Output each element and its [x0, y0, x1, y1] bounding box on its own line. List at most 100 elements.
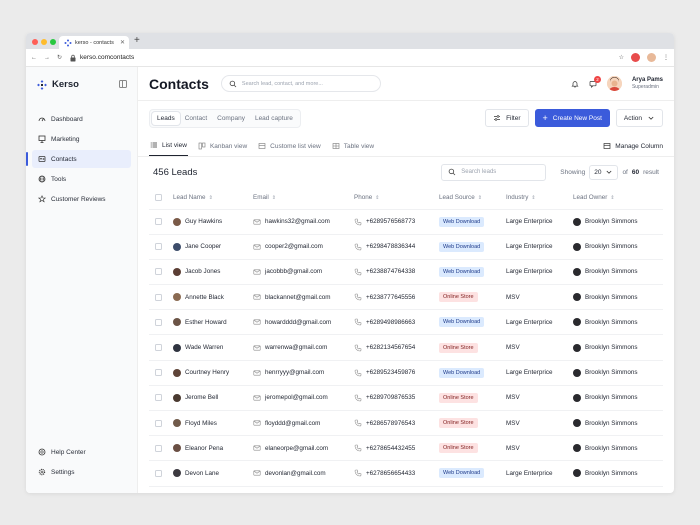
lead-name[interactable]: Courtney Henry	[185, 369, 229, 376]
back-icon[interactable]: ←	[31, 55, 37, 61]
url-field[interactable]: kerso.comcontacts	[69, 54, 134, 62]
table-row[interactable]: Courtney Henry henrryyy@gmail.com +6289523…	[149, 360, 663, 386]
lead-email[interactable]: jacobbb@gmail.com	[265, 268, 322, 275]
lead-email[interactable]: floyddd@gmail.com	[265, 420, 320, 427]
lead-owner[interactable]: Brooklyn Simmons	[585, 344, 638, 351]
sidebar-item-help-center[interactable]: Help Center	[32, 443, 131, 461]
table-row[interactable]: Jerome Bell jeromepol@gmail.com +628970987…	[149, 385, 663, 412]
table-row[interactable]: Jacob Jones jacobbb@gmail.com +62388747643…	[149, 259, 663, 286]
row-checkbox[interactable]	[155, 218, 162, 226]
global-search-input[interactable]: Search lead, contact, and more...	[220, 75, 381, 92]
row-checkbox[interactable]	[155, 369, 162, 377]
lead-owner[interactable]: Brooklyn Simmons	[585, 369, 638, 376]
filter-button[interactable]: Filter	[485, 109, 529, 127]
table-row[interactable]: Esther Howard howardddd@gmail.com +6289498…	[149, 309, 663, 336]
sort-icon[interactable]: ⇕	[531, 195, 535, 201]
action-dropdown[interactable]: Action	[615, 109, 663, 127]
lead-email[interactable]: blackannet@gmail.com	[265, 294, 331, 301]
sidebar-item-marketing[interactable]: Marketing	[32, 130, 131, 148]
column-header-lead-source[interactable]: Lead Source ⇕	[439, 187, 506, 210]
sort-icon[interactable]: ⇕	[209, 195, 213, 201]
lead-email[interactable]: jeromepol@gmail.com	[265, 394, 328, 401]
bell-icon[interactable]	[571, 80, 579, 88]
table-row[interactable]: Wade Warren warrenwa@gmail.com +6282134567…	[149, 334, 663, 361]
lead-owner[interactable]: Brooklyn Simmons	[585, 420, 638, 427]
sort-icon[interactable]: ⇕	[375, 195, 379, 201]
table-row[interactable]: Devon Lane devonlan@gmail.com +62786566544…	[149, 460, 663, 487]
search-leads-input[interactable]: Search leads	[441, 163, 547, 181]
row-checkbox[interactable]	[155, 293, 162, 301]
extension-icon[interactable]	[631, 53, 640, 62]
lead-owner[interactable]: Brooklyn Simmons	[585, 445, 638, 452]
lead-name[interactable]: Esther Howard	[185, 319, 227, 326]
tab-list-view[interactable]: List view	[149, 141, 188, 156]
messages-icon[interactable]: 2	[589, 75, 601, 88]
create-new-post-button[interactable]: + Create New Post	[534, 109, 610, 127]
tab-contact[interactable]: Contact	[180, 112, 212, 125]
lead-name[interactable]: Eleanor Pena	[185, 445, 223, 452]
user-info[interactable]: Arya Pams Superadmin	[632, 77, 663, 90]
lead-name[interactable]: Jane Cooper	[185, 243, 221, 250]
column-header-lead-name[interactable]: Lead Name ⇕	[173, 187, 253, 210]
row-checkbox[interactable]	[155, 344, 162, 352]
bookmark-star-icon[interactable]: ☆	[619, 54, 624, 61]
sidebar-item-settings[interactable]: Settings	[32, 463, 131, 481]
row-checkbox[interactable]	[155, 243, 162, 251]
lead-owner[interactable]: Brooklyn Simmons	[585, 268, 638, 275]
close-tab-icon[interactable]: ✕	[120, 39, 125, 46]
table-row[interactable]: Floyd Miles floyddd@gmail.com +62865789765…	[149, 410, 663, 437]
tab-lead-capture[interactable]: Lead capture	[250, 112, 298, 125]
row-checkbox[interactable]	[155, 419, 162, 427]
lead-name[interactable]: Devon Lane	[185, 470, 219, 477]
minimize-window-icon[interactable]	[41, 39, 47, 45]
tab-company[interactable]: Company	[212, 112, 250, 125]
tab-kanban-view[interactable]: Kanban view	[197, 142, 248, 156]
lead-owner[interactable]: Brooklyn Simmons	[585, 470, 638, 477]
row-checkbox[interactable]	[155, 268, 162, 276]
sidebar-item-dashboard[interactable]: Dashboard	[32, 110, 131, 128]
lead-name[interactable]: Guy Hawkins	[185, 218, 222, 225]
row-checkbox[interactable]	[155, 394, 162, 402]
lead-owner[interactable]: Brooklyn Simmons	[585, 218, 638, 225]
lead-name[interactable]: Floyd Miles	[185, 420, 217, 427]
row-checkbox[interactable]	[155, 469, 162, 477]
sort-icon[interactable]: ⇕	[610, 195, 614, 201]
lead-name[interactable]: Jacob Jones	[185, 268, 220, 275]
lead-email[interactable]: henrryyy@gmail.com	[265, 369, 324, 376]
profile-avatar-icon[interactable]	[647, 53, 656, 62]
table-row[interactable]: Guy Hawkins hawkins32@gmail.com +628957656…	[149, 209, 663, 235]
user-avatar[interactable]	[606, 76, 622, 91]
lead-owner[interactable]: Brooklyn Simmons	[585, 319, 638, 326]
close-window-icon[interactable]	[32, 39, 38, 45]
browser-tab[interactable]: kerso - contacts ✕	[59, 36, 129, 49]
table-row[interactable]: Jane Cooper cooper2@gmail.com +62984788363…	[149, 234, 663, 260]
sidebar-item-customer-reviews[interactable]: Customer Reviews	[32, 190, 131, 208]
sidebar-item-tools[interactable]: Tools	[32, 170, 131, 188]
row-checkbox[interactable]	[155, 444, 162, 452]
lead-email[interactable]: cooper2@gmail.com	[265, 243, 323, 250]
column-header-email[interactable]: Email ⇕	[253, 187, 354, 210]
column-header-phone[interactable]: Phone ⇕	[354, 187, 439, 210]
row-checkbox[interactable]	[155, 318, 162, 326]
sort-icon[interactable]: ⇕	[272, 195, 276, 201]
column-header-industry[interactable]: Industry ⇕	[506, 187, 573, 210]
lead-email[interactable]: devonlan@gmail.com	[265, 470, 326, 477]
page-size-select[interactable]: 20	[589, 164, 619, 180]
select-all-checkbox[interactable]	[155, 194, 162, 202]
lead-owner[interactable]: Brooklyn Simmons	[585, 294, 638, 301]
lead-owner[interactable]: Brooklyn Simmons	[585, 394, 638, 401]
table-row[interactable]: Eleanor Pena elaneorpe@gmail.com +62786544…	[149, 435, 663, 462]
column-header-lead-owner[interactable]: Lead Owner ⇕	[573, 187, 663, 210]
sort-icon[interactable]: ⇕	[478, 195, 482, 201]
lead-email[interactable]: hawkins32@gmail.com	[265, 218, 330, 225]
tab-custom-list-view[interactable]: Custome list view	[257, 142, 322, 156]
lead-name[interactable]: Jerome Bell	[185, 394, 218, 401]
table-row[interactable]: Annette Black blackannet@gmail.com +623877…	[149, 284, 663, 311]
maximize-window-icon[interactable]	[50, 39, 56, 45]
lead-email[interactable]: elaneorpe@gmail.com	[265, 445, 328, 452]
browser-menu-icon[interactable]: ⋮	[663, 54, 669, 61]
manage-column-button[interactable]: Manage Column	[603, 142, 663, 156]
collapse-sidebar-icon[interactable]	[119, 80, 127, 88]
sidebar-item-contacts[interactable]: Contacts	[26, 150, 131, 168]
lead-owner[interactable]: Brooklyn Simmons	[585, 243, 638, 250]
